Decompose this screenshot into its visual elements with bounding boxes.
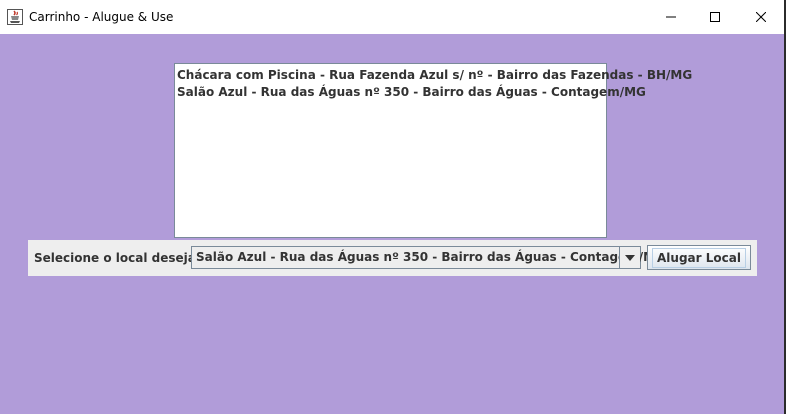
close-button[interactable]: [738, 0, 784, 34]
content-area: Chácara com Piscina - Rua Fazenda Azul s…: [0, 34, 786, 414]
locations-list[interactable]: Chácara com Piscina - Rua Fazenda Azul s…: [174, 63, 692, 238]
minimize-button[interactable]: [648, 0, 694, 34]
rent-location-button-label: Alugar Local: [652, 247, 746, 268]
select-label: Selecione o local desejado:: [34, 251, 218, 265]
list-item[interactable]: Chácara com Piscina - Rua Fazenda Azul s…: [177, 67, 692, 84]
location-select[interactable]: Salão Azul - Rua das Águas nº 350 - Bair…: [191, 246, 665, 269]
rent-location-button[interactable]: Alugar Local: [647, 245, 751, 270]
selection-panel: Selecione o local desejado: Salão Azul -…: [28, 240, 757, 276]
title-bar: Carrinho - Alugue & Use: [0, 0, 786, 34]
maximize-icon: [710, 12, 720, 22]
list-item[interactable]: Salão Azul - Rua das Águas nº 350 - Bair…: [177, 84, 646, 101]
java-cup-icon: [7, 9, 23, 25]
maximize-button[interactable]: [692, 0, 738, 34]
window-title: Carrinho - Alugue & Use: [29, 10, 174, 24]
dropdown-arrow-icon[interactable]: [619, 247, 640, 268]
close-icon: [756, 12, 766, 22]
minimize-icon: [666, 12, 676, 22]
selected-location-value: Salão Azul - Rua das Águas nº 350 - Bair…: [196, 250, 665, 264]
